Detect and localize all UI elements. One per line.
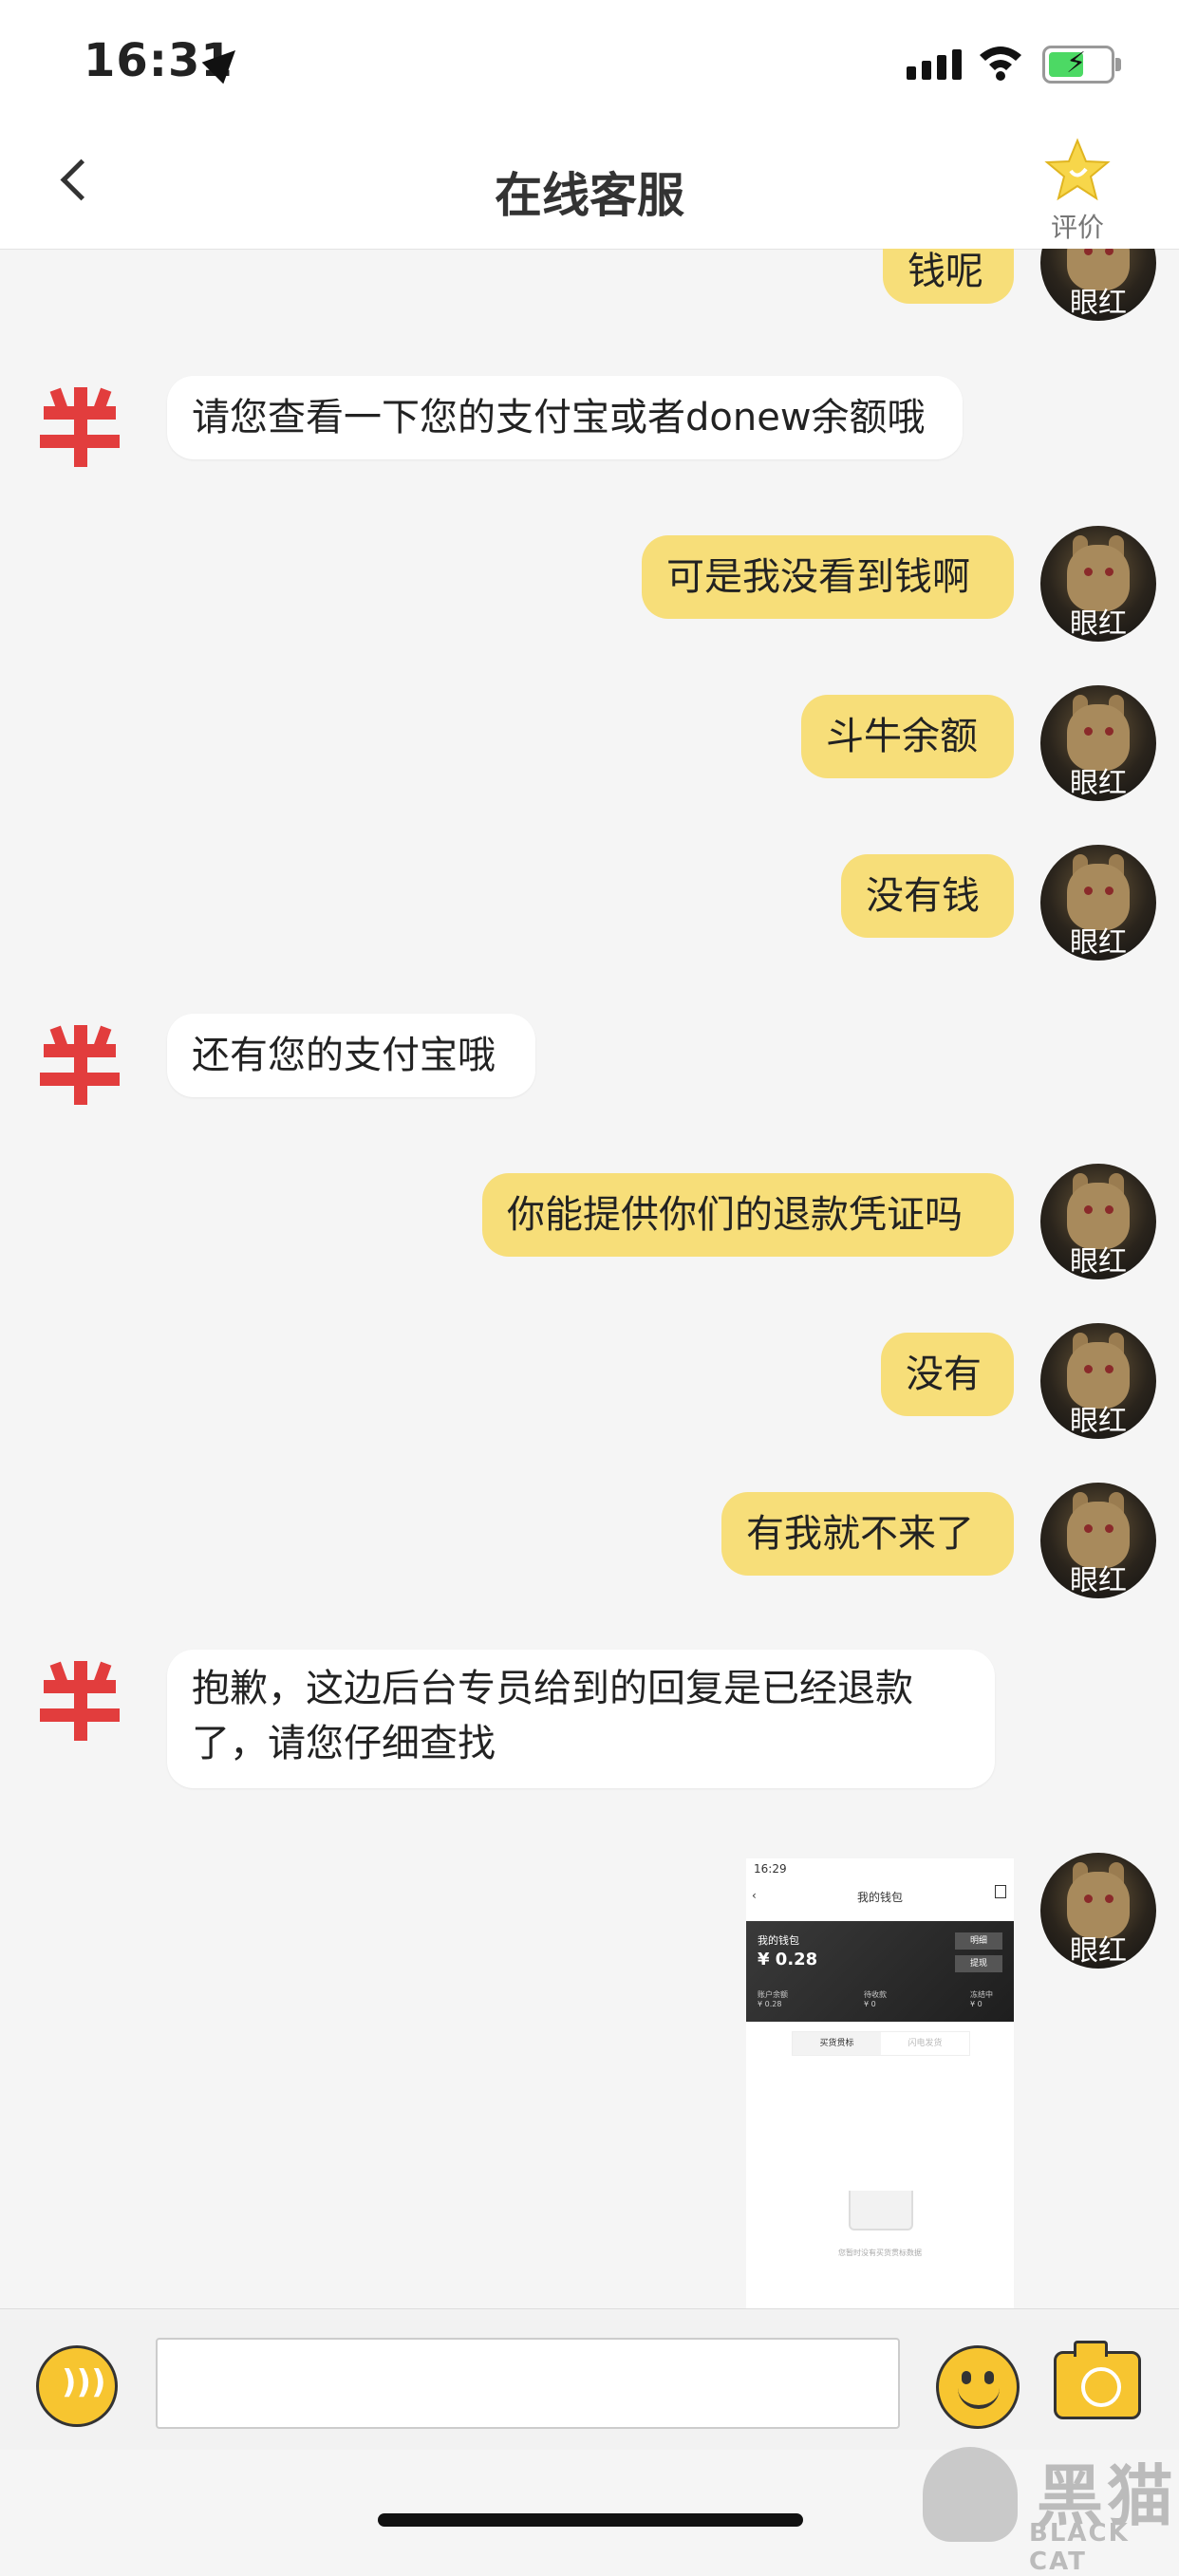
avatar-name: 眼红 [1070,1934,1127,1968]
avatar-name: 眼红 [1070,1245,1127,1279]
image-order-icon [995,1885,1006,1898]
status-bar: 16:31 ⚡ [0,0,1179,123]
camera-lens-icon [1081,2367,1121,2407]
user-message-bubble[interactable]: 你能提供你们的退款凭证吗 [482,1173,1014,1257]
message-input[interactable] [156,2338,900,2429]
user-avatar[interactable]: 眼红 [1040,249,1156,321]
agent-avatar-icon[interactable] [34,382,125,473]
message-line: 了，请您仔细查找 [192,1722,496,1765]
user-message-bubble[interactable]: 钱呢 [883,249,1014,304]
image-tab: 闪电发货 [908,2039,943,2048]
user-message-bubble[interactable]: 有我就不来了 [721,1492,1014,1576]
page-title: 在线客服 [495,168,684,223]
agent-message-bubble[interactable]: 抱歉，这边后台专员给到的回复是已经退款 了，请您仔细查找 [167,1650,995,1788]
rate-label: 评价 [1050,212,1104,243]
user-avatar[interactable]: 眼红 [1040,1853,1156,1969]
withdraw-button: 提现 [955,1955,1002,1972]
input-bar: ))) [0,2308,1179,2450]
empty-inbox-icon [849,2191,913,2231]
image-tabs: 买货贯标 闪电发货 [792,2031,970,2056]
camera-icon [1074,2341,1108,2357]
balance-col: 账户余额 ¥ 0.28 [758,1990,788,2008]
avatar-name: 眼红 [1070,767,1127,800]
avatar-name: 眼红 [1070,287,1127,320]
smile-icon [958,2382,1000,2409]
cat-logo-icon [923,2447,1018,2542]
nav-bar: 在线客服 评价 [0,123,1179,250]
frozen-col: 冻结中 ¥ 0 [970,1990,993,2008]
camera-button[interactable] [1054,2341,1141,2419]
image-title: 我的钱包 [856,1891,903,1904]
watermark-subtitle: BLACK CAT [1029,2519,1130,2576]
image-tab: 买货贯标 [793,2032,881,2055]
battery-icon: ⚡ [1042,46,1121,84]
empty-text: 您暂时没有买货贯标数据 [838,2249,922,2257]
wallet-label: 我的钱包 [758,1934,799,1947]
user-message-bubble[interactable]: 斗牛余额 [801,695,1014,778]
wallet-card: 我的钱包 ¥ 0.28 明细 提现 账户余额 ¥ 0.28 待收款 ¥ 0 冻结中 ¥… [746,1921,1014,2022]
user-avatar[interactable]: 眼红 [1040,845,1156,961]
agent-message-bubble[interactable]: 请您查看一下您的支付宝或者donew余额哦 [167,376,963,459]
avatar-name: 眼红 [1070,1564,1127,1597]
message-line: 抱歉，这边后台专员给到的回复是已经退款 [192,1667,913,1710]
avatar-name: 眼红 [1070,607,1127,641]
pending-col: 待收款 ¥ 0 [864,1990,887,2008]
user-avatar[interactable]: 眼红 [1040,526,1156,642]
agent-avatar-icon[interactable] [34,1655,125,1746]
user-message-bubble[interactable]: 可是我没看到钱啊 [642,535,1014,619]
user-message-bubble[interactable]: 没有钱 [841,854,1014,938]
image-message[interactable]: 16:29 ‹ 我的钱包 我的钱包 ¥ 0.28 明细 提现 账户余额 ¥ 0.2… [746,1858,1014,2308]
cellular-signal-icon [907,49,962,80]
avatar-name: 眼红 [1070,926,1127,960]
watermark-logo: 黑猫 BLACK CAT [923,2443,1179,2576]
image-status-time: 16:29 [754,1862,787,1876]
avatar-name: 眼红 [1070,1405,1127,1438]
star-icon [1044,138,1111,201]
voice-button[interactable]: ))) [36,2345,118,2427]
user-avatar[interactable]: 眼红 [1040,1164,1156,1279]
user-avatar[interactable]: 眼红 [1040,685,1156,801]
agent-message-bubble[interactable]: 还有您的支付宝哦 [167,1014,535,1097]
rate-button[interactable]: 评价 [1035,137,1120,245]
agent-avatar-icon[interactable] [34,1019,125,1111]
emoji-button[interactable] [936,2345,1020,2429]
user-avatar[interactable]: 眼红 [1040,1483,1156,1598]
home-indicator [378,2513,803,2527]
wallet-amount: ¥ 0.28 [758,1950,818,1969]
detail-button: 明细 [955,1932,1002,1950]
voice-wave-icon: ))) [62,2363,106,2401]
user-avatar[interactable]: 眼红 [1040,1323,1156,1439]
user-message-bubble[interactable]: 没有 [881,1333,1014,1416]
wifi-icon [980,47,1021,81]
